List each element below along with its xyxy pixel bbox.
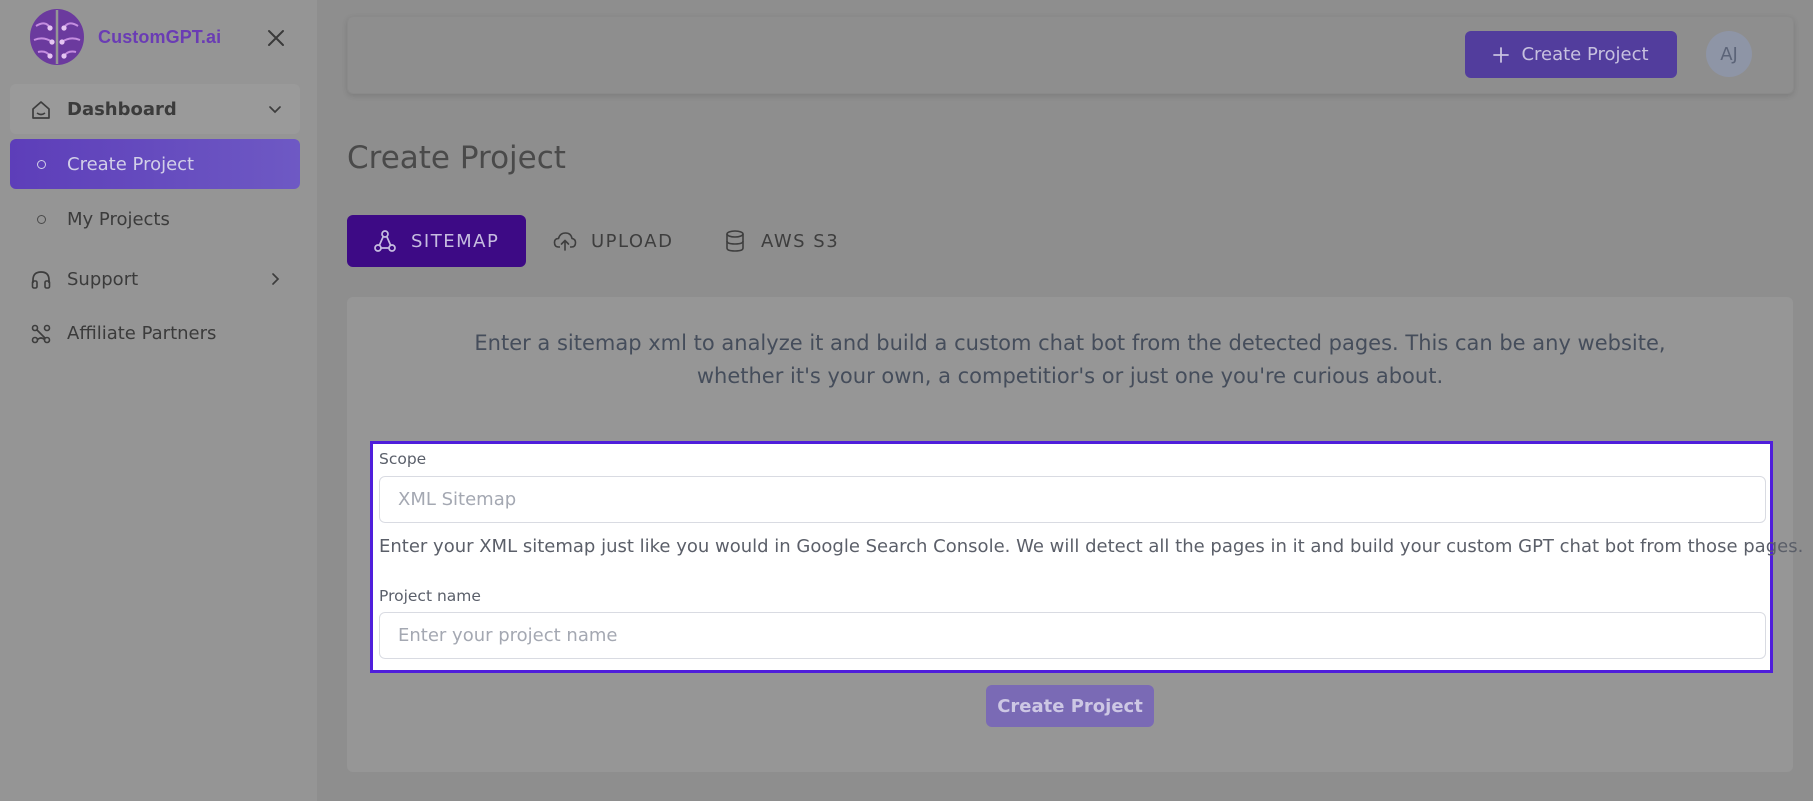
chevron-right-icon	[272, 273, 280, 285]
sidebar-item-dashboard[interactable]: Dashboard	[10, 84, 300, 134]
avatar[interactable]: AJ	[1706, 31, 1752, 77]
cloud-upload-icon	[553, 232, 577, 251]
header-create-project-label: Create Project	[1521, 44, 1649, 65]
circle-bullet-icon	[37, 215, 46, 224]
headset-icon	[31, 271, 51, 289]
tab-aws-s3[interactable]: AWS S3	[723, 215, 839, 267]
brand-logo[interactable]: CustomGPT.ai	[26, 6, 221, 68]
tab-upload[interactable]: UPLOAD	[553, 215, 673, 267]
sidebar-item-affiliate-partners[interactable]: Affiliate Partners	[10, 308, 300, 358]
scope-label: Scope	[379, 450, 427, 468]
sitemap-icon	[374, 230, 396, 252]
sidebar-item-label: Create Project	[67, 153, 195, 175]
brain-circuit-logo-icon	[30, 9, 84, 65]
sidebar-item-label: My Projects	[67, 208, 170, 230]
intro-text: Enter a sitemap xml to analyze it and bu…	[347, 327, 1793, 393]
sidebar-item-label: Dashboard	[67, 98, 177, 120]
intro-line-1: Enter a sitemap xml to analyze it and bu…	[474, 331, 1666, 355]
sitemap-form: Scope Enter your XML sitemap just like y…	[370, 441, 1803, 673]
intro-line-2: whether it's your own, a competitior's o…	[696, 364, 1444, 388]
sidebar-item-create-project[interactable]: Create Project	[10, 139, 300, 189]
plus-icon	[1493, 46, 1510, 63]
tab-label: AWS S3	[761, 230, 840, 252]
create-project-submit-button[interactable]: Create Project	[986, 685, 1154, 727]
tab-label: UPLOAD	[591, 230, 674, 252]
home-icon	[32, 101, 50, 119]
brand-name: CustomGPT.ai	[98, 26, 222, 47]
sidebar-item-label: Support	[67, 268, 139, 290]
tab-label: SITEMAP	[411, 230, 500, 252]
chevron-down-icon	[269, 106, 281, 114]
header-create-project-button[interactable]: Create Project	[1465, 31, 1677, 78]
page-title: Create Project	[347, 140, 566, 176]
sidebar-item-my-projects[interactable]: My Projects	[10, 194, 300, 244]
scope-help-text: Enter your XML sitemap just like you wou…	[379, 536, 1804, 557]
sidebar: CustomGPT.ai Dashboard Create Project My…	[0, 0, 317, 801]
project-name-input[interactable]	[379, 612, 1766, 659]
project-name-label: Project name	[379, 587, 481, 605]
xml-sitemap-input[interactable]	[379, 476, 1766, 523]
circle-bullet-icon	[37, 160, 46, 169]
close-icon	[268, 30, 284, 46]
affiliate-network-icon	[31, 324, 51, 344]
sidebar-item-label: Affiliate Partners	[67, 322, 217, 344]
close-sidebar-button[interactable]	[262, 24, 290, 52]
tab-sitemap[interactable]: SITEMAP	[347, 215, 526, 267]
database-icon	[726, 230, 744, 252]
sidebar-item-support[interactable]: Support	[10, 254, 300, 304]
